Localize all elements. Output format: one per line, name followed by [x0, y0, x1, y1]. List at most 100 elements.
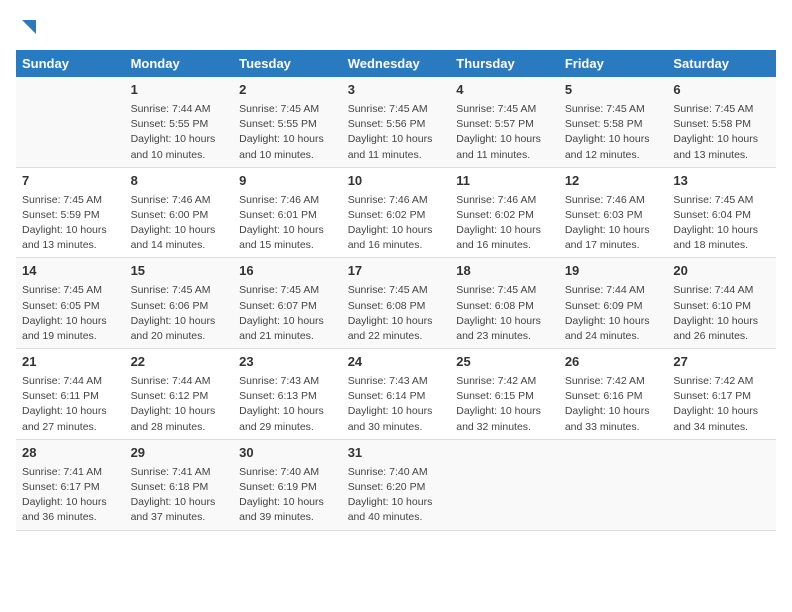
day-number: 10 — [348, 172, 445, 191]
day-number: 20 — [673, 262, 770, 281]
calendar-cell: 11Sunrise: 7:46 AM Sunset: 6:02 PM Dayli… — [450, 167, 559, 258]
day-number: 9 — [239, 172, 336, 191]
calendar-cell: 19Sunrise: 7:44 AM Sunset: 6:09 PM Dayli… — [559, 258, 668, 349]
day-number: 13 — [673, 172, 770, 191]
column-header-monday: Monday — [125, 50, 234, 77]
column-header-tuesday: Tuesday — [233, 50, 342, 77]
day-info: Sunrise: 7:45 AM Sunset: 6:04 PM Dayligh… — [673, 193, 770, 254]
column-header-sunday: Sunday — [16, 50, 125, 77]
day-info: Sunrise: 7:45 AM Sunset: 5:57 PM Dayligh… — [456, 102, 553, 163]
calendar-cell — [667, 439, 776, 530]
day-number: 15 — [131, 262, 228, 281]
column-header-saturday: Saturday — [667, 50, 776, 77]
calendar-cell: 3 Sunrise: 7:45 AM Sunset: 5:56 PM Daylig… — [342, 77, 451, 167]
calendar-cell: 26 Sunrise: 7:42 AM Sunset: 6:16 PM Dayli… — [559, 349, 668, 440]
day-number: 31 — [348, 444, 445, 463]
day-info: Sunrise: 7:42 AM Sunset: 6:15 PM Dayligh… — [456, 374, 553, 435]
calendar-cell: 20Sunrise: 7:44 AM Sunset: 6:10 PM Dayli… — [667, 258, 776, 349]
day-info: Sunrise: 7:41 AM Sunset: 6:18 PM Dayligh… — [131, 465, 228, 526]
day-info: Sunrise: 7:45 AM Sunset: 6:06 PM Dayligh… — [131, 283, 228, 344]
calendar-cell: 27Sunrise: 7:42 AM Sunset: 6:17 PM Dayli… — [667, 349, 776, 440]
calendar-cell: 12 Sunrise: 7:46 AM Sunset: 6:03 PM Dayli… — [559, 167, 668, 258]
calendar-cell: 7 Sunrise: 7:45 AM Sunset: 5:59 PM Daylig… — [16, 167, 125, 258]
calendar-cell: 22 Sunrise: 7:44 AM Sunset: 6:12 PM Dayli… — [125, 349, 234, 440]
day-number: 23 — [239, 353, 336, 372]
logo-icon — [16, 16, 38, 38]
column-header-wednesday: Wednesday — [342, 50, 451, 77]
calendar-cell: 2Sunrise: 7:45 AM Sunset: 5:55 PM Daylig… — [233, 77, 342, 167]
column-header-friday: Friday — [559, 50, 668, 77]
day-info: Sunrise: 7:40 AM Sunset: 6:19 PM Dayligh… — [239, 465, 336, 526]
calendar-cell: 15 Sunrise: 7:45 AM Sunset: 6:06 PM Dayli… — [125, 258, 234, 349]
day-info: Sunrise: 7:45 AM Sunset: 6:05 PM Dayligh… — [22, 283, 119, 344]
calendar-cell: 13 Sunrise: 7:45 AM Sunset: 6:04 PM Dayli… — [667, 167, 776, 258]
page-header — [16, 16, 776, 38]
day-info: Sunrise: 7:42 AM Sunset: 6:16 PM Dayligh… — [565, 374, 662, 435]
day-number: 30 — [239, 444, 336, 463]
day-number: 6 — [673, 81, 770, 100]
calendar-cell: 4Sunrise: 7:45 AM Sunset: 5:57 PM Daylig… — [450, 77, 559, 167]
calendar-cell: 24 Sunrise: 7:43 AM Sunset: 6:14 PM Dayli… — [342, 349, 451, 440]
calendar-week-row: 21 Sunrise: 7:44 AM Sunset: 6:11 PM Dayli… — [16, 349, 776, 440]
day-info: Sunrise: 7:45 AM Sunset: 5:58 PM Dayligh… — [565, 102, 662, 163]
day-info: Sunrise: 7:45 AM Sunset: 5:56 PM Dayligh… — [348, 102, 445, 163]
calendar-cell: 1 Sunrise: 7:44 AM Sunset: 5:55 PM Daylig… — [125, 77, 234, 167]
day-info: Sunrise: 7:44 AM Sunset: 6:09 PM Dayligh… — [565, 283, 662, 344]
day-number: 25 — [456, 353, 553, 372]
calendar-week-row: 7 Sunrise: 7:45 AM Sunset: 5:59 PM Daylig… — [16, 167, 776, 258]
calendar-week-row: 14Sunrise: 7:45 AM Sunset: 6:05 PM Dayli… — [16, 258, 776, 349]
calendar-cell: 6 Sunrise: 7:45 AM Sunset: 5:58 PM Daylig… — [667, 77, 776, 167]
day-info: Sunrise: 7:40 AM Sunset: 6:20 PM Dayligh… — [348, 465, 445, 526]
calendar-cell: 9Sunrise: 7:46 AM Sunset: 6:01 PM Daylig… — [233, 167, 342, 258]
day-info: Sunrise: 7:45 AM Sunset: 5:58 PM Dayligh… — [673, 102, 770, 163]
day-number: 16 — [239, 262, 336, 281]
calendar-cell: 30 Sunrise: 7:40 AM Sunset: 6:19 PM Dayli… — [233, 439, 342, 530]
calendar-cell: 29 Sunrise: 7:41 AM Sunset: 6:18 PM Dayli… — [125, 439, 234, 530]
day-info: Sunrise: 7:44 AM Sunset: 6:12 PM Dayligh… — [131, 374, 228, 435]
calendar-week-row: 1 Sunrise: 7:44 AM Sunset: 5:55 PM Daylig… — [16, 77, 776, 167]
day-number: 24 — [348, 353, 445, 372]
day-number: 12 — [565, 172, 662, 191]
calendar-cell: 5 Sunrise: 7:45 AM Sunset: 5:58 PM Daylig… — [559, 77, 668, 167]
day-info: Sunrise: 7:46 AM Sunset: 6:02 PM Dayligh… — [348, 193, 445, 254]
day-number: 3 — [348, 81, 445, 100]
day-number: 28 — [22, 444, 119, 463]
day-number: 2 — [239, 81, 336, 100]
calendar-cell: 31 Sunrise: 7:40 AM Sunset: 6:20 PM Dayli… — [342, 439, 451, 530]
day-number: 22 — [131, 353, 228, 372]
day-info: Sunrise: 7:41 AM Sunset: 6:17 PM Dayligh… — [22, 465, 119, 526]
column-header-thursday: Thursday — [450, 50, 559, 77]
day-info: Sunrise: 7:46 AM Sunset: 6:02 PM Dayligh… — [456, 193, 553, 254]
calendar-cell: 23 Sunrise: 7:43 AM Sunset: 6:13 PM Dayli… — [233, 349, 342, 440]
calendar-table: SundayMondayTuesdayWednesdayThursdayFrid… — [16, 50, 776, 531]
day-info: Sunrise: 7:46 AM Sunset: 6:00 PM Dayligh… — [131, 193, 228, 254]
day-info: Sunrise: 7:44 AM Sunset: 6:11 PM Dayligh… — [22, 374, 119, 435]
day-number: 1 — [131, 81, 228, 100]
calendar-cell — [559, 439, 668, 530]
day-info: Sunrise: 7:45 AM Sunset: 6:08 PM Dayligh… — [456, 283, 553, 344]
day-number: 21 — [22, 353, 119, 372]
calendar-cell: 10 Sunrise: 7:46 AM Sunset: 6:02 PM Dayli… — [342, 167, 451, 258]
day-number: 18 — [456, 262, 553, 281]
calendar-cell: 8 Sunrise: 7:46 AM Sunset: 6:00 PM Daylig… — [125, 167, 234, 258]
calendar-header-row: SundayMondayTuesdayWednesdayThursdayFrid… — [16, 50, 776, 77]
day-number: 8 — [131, 172, 228, 191]
day-info: Sunrise: 7:43 AM Sunset: 6:13 PM Dayligh… — [239, 374, 336, 435]
day-number: 27 — [673, 353, 770, 372]
day-info: Sunrise: 7:46 AM Sunset: 6:03 PM Dayligh… — [565, 193, 662, 254]
day-number: 7 — [22, 172, 119, 191]
calendar-week-row: 28 Sunrise: 7:41 AM Sunset: 6:17 PM Dayli… — [16, 439, 776, 530]
day-info: Sunrise: 7:43 AM Sunset: 6:14 PM Dayligh… — [348, 374, 445, 435]
calendar-cell — [16, 77, 125, 167]
calendar-cell: 17Sunrise: 7:45 AM Sunset: 6:08 PM Dayli… — [342, 258, 451, 349]
day-info: Sunrise: 7:44 AM Sunset: 5:55 PM Dayligh… — [131, 102, 228, 163]
day-info: Sunrise: 7:45 AM Sunset: 5:59 PM Dayligh… — [22, 193, 119, 254]
day-number: 26 — [565, 353, 662, 372]
logo — [16, 16, 38, 38]
day-number: 17 — [348, 262, 445, 281]
day-info: Sunrise: 7:45 AM Sunset: 6:07 PM Dayligh… — [239, 283, 336, 344]
day-number: 29 — [131, 444, 228, 463]
day-number: 5 — [565, 81, 662, 100]
calendar-cell: 28 Sunrise: 7:41 AM Sunset: 6:17 PM Dayli… — [16, 439, 125, 530]
calendar-cell: 14Sunrise: 7:45 AM Sunset: 6:05 PM Dayli… — [16, 258, 125, 349]
